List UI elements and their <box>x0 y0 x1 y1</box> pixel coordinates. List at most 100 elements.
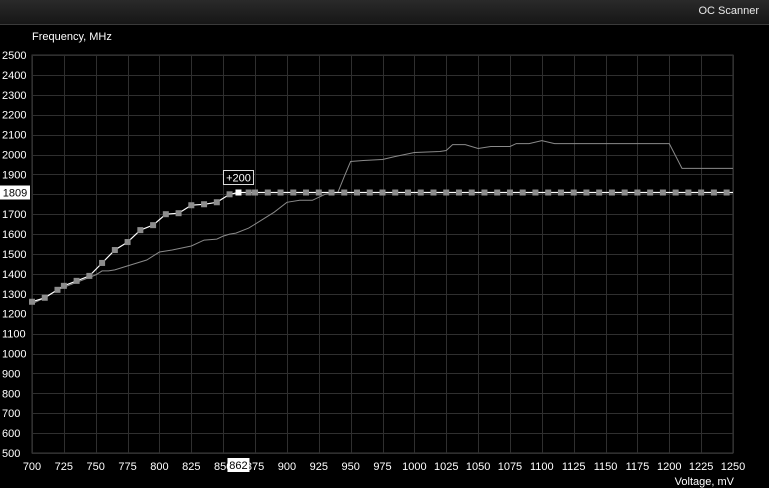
curve-point[interactable] <box>277 189 284 196</box>
curve-point[interactable] <box>354 189 361 196</box>
curve-point[interactable] <box>519 189 526 196</box>
curve-point[interactable] <box>468 189 475 196</box>
curve-point[interactable] <box>685 189 692 196</box>
curve-point[interactable] <box>570 189 577 196</box>
y-tick-label: 2000 <box>2 150 26 162</box>
curve-point[interactable] <box>506 189 513 196</box>
y-tick-label: 2500 <box>2 50 26 62</box>
curve-point[interactable] <box>111 247 118 254</box>
curve-point[interactable] <box>315 189 322 196</box>
curve-points-layer[interactable] <box>29 189 730 305</box>
curve-point[interactable] <box>698 189 705 196</box>
x-tick-label: 750 <box>87 461 105 473</box>
x-tick-label: 775 <box>118 461 136 473</box>
x-tick-label: 925 <box>310 461 328 473</box>
curve-point[interactable] <box>201 201 208 208</box>
offset-label: +200 <box>226 173 251 185</box>
curve-point[interactable] <box>73 277 80 284</box>
baseline-curve <box>31 140 733 305</box>
curve-point[interactable] <box>290 189 297 196</box>
curve-point[interactable] <box>86 272 93 279</box>
y-tick-label: 1900 <box>2 169 26 181</box>
curve-point[interactable] <box>188 202 195 209</box>
y-tick-label: 900 <box>2 368 20 380</box>
curve-point[interactable] <box>621 189 628 196</box>
curve-point[interactable] <box>608 189 615 196</box>
y-tick-label: 500 <box>2 448 20 460</box>
curve-point[interactable] <box>99 259 106 266</box>
x-tick-label: 1250 <box>721 461 745 473</box>
y-tick-label: 1200 <box>2 309 26 321</box>
grid-lines <box>31 54 734 454</box>
locked-voltage-label: 862 <box>229 460 247 472</box>
curve-point[interactable] <box>366 189 373 196</box>
curve-point[interactable] <box>545 189 552 196</box>
curve-point[interactable] <box>303 189 310 196</box>
curve-point[interactable] <box>672 189 679 196</box>
curve-point[interactable] <box>583 189 590 196</box>
y-tick-label: 700 <box>2 408 20 420</box>
x-tick-label: 900 <box>278 461 296 473</box>
x-tick-label: 1075 <box>498 461 522 473</box>
curve-point[interactable] <box>150 222 157 229</box>
y-tick-label: 2200 <box>2 110 26 122</box>
x-tick-label: 1150 <box>594 461 618 473</box>
y-tick-label: 1700 <box>2 209 26 221</box>
curve-point[interactable] <box>532 189 539 196</box>
curve-point[interactable] <box>162 211 169 218</box>
curve-point[interactable] <box>710 189 717 196</box>
x-tick-label: 1175 <box>626 461 650 473</box>
y-tick-label: 1400 <box>2 269 26 281</box>
y-tick-label: 1100 <box>2 329 26 341</box>
x-tick-label: 975 <box>373 461 391 473</box>
y-tick-label: 1500 <box>2 249 26 261</box>
y-tick-label: 1000 <box>2 349 26 361</box>
x-tick-label: 800 <box>150 461 168 473</box>
curve-point[interactable] <box>264 189 271 196</box>
locked-frequency-label: 1809 <box>3 188 27 200</box>
x-tick-label: 700 <box>23 461 41 473</box>
curve-point[interactable] <box>647 189 654 196</box>
curve-point[interactable] <box>328 189 335 196</box>
curve-point[interactable] <box>430 189 437 196</box>
locked-curve-point[interactable] <box>235 189 242 196</box>
curve-point[interactable] <box>417 189 424 196</box>
y-tick-label: 2100 <box>2 130 26 142</box>
curve-point[interactable] <box>723 189 730 196</box>
curve-point[interactable] <box>41 294 48 301</box>
y-tick-label: 2400 <box>2 70 26 82</box>
x-tick-label: 1125 <box>562 461 586 473</box>
curve-point[interactable] <box>124 239 131 246</box>
curve-point[interactable] <box>60 282 67 289</box>
vf-curve-chart[interactable]: 500 600 700 800 900 1000 1100 1200 1300 1400 1500 1… <box>0 0 769 488</box>
curve-point[interactable] <box>213 199 220 206</box>
x-tick-label: 1000 <box>402 461 426 473</box>
x-tick-label: 825 <box>182 461 200 473</box>
curve-point[interactable] <box>137 227 144 234</box>
curve-point[interactable] <box>557 189 564 196</box>
curve-point[interactable] <box>494 189 501 196</box>
curve-point[interactable] <box>54 286 61 293</box>
x-tick-label: 1025 <box>434 461 458 473</box>
y-tick-label: 800 <box>2 388 20 400</box>
series-layer <box>31 140 733 305</box>
curve-point[interactable] <box>379 189 386 196</box>
curve-point[interactable] <box>404 189 411 196</box>
x-tick-label: 1225 <box>689 461 713 473</box>
curve-point[interactable] <box>392 189 399 196</box>
curve-point[interactable] <box>443 189 450 196</box>
y-tick-labels: 500 600 700 800 900 1000 1100 1200 1300 1400 1500 1… <box>2 50 26 460</box>
curve-point[interactable] <box>596 189 603 196</box>
curve-point[interactable] <box>341 189 348 196</box>
curve-point[interactable] <box>659 189 666 196</box>
curve-point[interactable] <box>29 298 35 305</box>
curve-point[interactable] <box>252 189 259 196</box>
curve-point[interactable] <box>634 189 641 196</box>
curve-point[interactable] <box>175 210 182 217</box>
curve-point[interactable] <box>455 189 462 196</box>
x-tick-labels: 700 725 750 775 800 825 850 875 900 925 950 975 1000… <box>23 461 745 473</box>
curve-point[interactable] <box>226 191 233 198</box>
curve-point[interactable] <box>245 189 252 196</box>
curve-point[interactable] <box>481 189 488 196</box>
y-tick-label: 1600 <box>2 229 26 241</box>
